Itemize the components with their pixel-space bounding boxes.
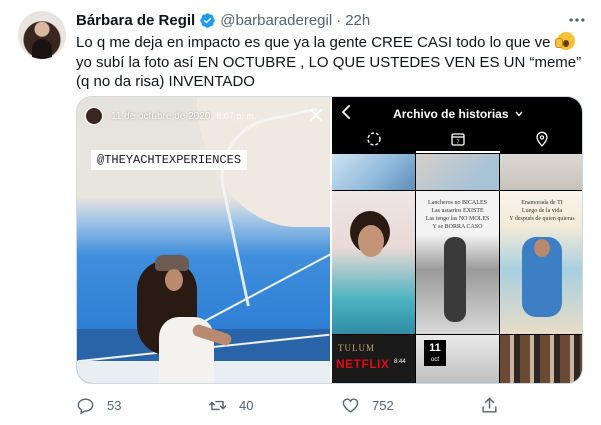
share-button[interactable]: [480, 392, 499, 418]
like-button[interactable]: 752: [341, 392, 394, 418]
thumb-caption-line: Lancheros no BICALES: [428, 200, 487, 206]
svg-text:7: 7: [456, 140, 459, 146]
location-pin-icon: [536, 131, 548, 147]
retweet-button[interactable]: 40: [208, 392, 253, 418]
grid-thumb[interactable]: Enamorada de TI Luego de la vida Y despu…: [500, 191, 582, 334]
grid-thumb[interactable]: [500, 335, 582, 383]
screaming-face-emoji-icon: [554, 32, 575, 50]
heart-icon: [342, 397, 359, 413]
author-avatar[interactable]: [18, 11, 66, 59]
netflix-show-title: TULUM: [338, 343, 375, 353]
archive-title: Archivo de historias: [332, 107, 582, 121]
tweet-actions: 53 40 752: [76, 392, 506, 418]
date-day: 11: [429, 342, 441, 354]
grid-thumb[interactable]: [332, 191, 415, 334]
story-header: 11 de octubre de 2020 8:07 p. m.: [85, 107, 256, 125]
like-count: 752: [372, 397, 394, 413]
tweet-text-line1: Lo q me deja en impacto es que ya la gen…: [76, 34, 551, 51]
thumb-caption: Enamorada de TI Luego de la vida Y despu…: [500, 199, 582, 223]
tweet-text-line: Lo q me deja en impacto es que ya la gen…: [76, 32, 591, 53]
thumb-caption: Lancheros no BICALES Las usuarios EXISTE…: [416, 199, 499, 231]
tweet-text-line2: yo subí la foto así EN OCTUBRE , LO QUE …: [76, 53, 582, 91]
archive-tabs: 7: [332, 127, 582, 153]
grid-thumb[interactable]: [500, 154, 582, 190]
archive-grid: Lancheros no BICALES Las usuarios EXISTE…: [332, 154, 582, 383]
active-tab-underline: [416, 151, 500, 153]
separator-dot: ·: [336, 11, 342, 29]
author-handle[interactable]: @barbaraderegil: [220, 12, 332, 29]
thumb-caption-line: Enamorada de TI: [521, 200, 563, 206]
netflix-logo: NETFLIX: [336, 357, 390, 371]
thumb-time: 8:44: [394, 359, 406, 365]
reply-count: 53: [107, 397, 122, 413]
thumb-caption-line: Luego de la vida: [521, 208, 563, 214]
grid-thumb[interactable]: [332, 154, 415, 190]
tweet-header: Bárbara de Regil @barbaraderegil · 22h: [76, 10, 370, 30]
tweet-media[interactable]: 11 de octubre de 2020 8:07 p. m. @THEYAC…: [76, 96, 583, 384]
grid-thumb[interactable]: 11 oct: [416, 335, 499, 383]
reply-button[interactable]: 53: [76, 392, 121, 418]
tweet-timestamp[interactable]: 22h: [345, 12, 370, 29]
person-face: [165, 269, 183, 291]
grid-thumb-netflix[interactable]: TULUM NETFLIX 8:44: [332, 335, 415, 383]
display-name[interactable]: Bárbara de Regil: [76, 12, 195, 29]
media-photo-story[interactable]: 11 de octubre de 2020 8:07 p. m. @THEYAC…: [77, 97, 330, 383]
reply-icon: [77, 397, 94, 414]
date-month: oct: [430, 357, 439, 363]
tweet-text: Lo q me deja en impacto es que ya la gen…: [76, 32, 591, 92]
more-options-icon[interactable]: [567, 10, 587, 30]
grid-thumb[interactable]: [416, 154, 499, 190]
story-archive-icon: [367, 132, 381, 146]
story-time: 8:07 p. m.: [216, 111, 257, 121]
tweet-card[interactable]: Bárbara de Regil @barbaraderegil · 22h L…: [0, 0, 601, 425]
calendar-icon: 7: [451, 133, 465, 146]
story-mention-tag: @THEYACHTEXPERIENCES: [91, 150, 248, 170]
thumb-caption-line: Y se BORRA CASO: [432, 224, 483, 230]
thumb-caption-line: Las tengo las NO MOLES: [425, 216, 490, 222]
date-badge: 11 oct: [424, 340, 446, 366]
chevron-down-icon: [515, 111, 523, 117]
close-icon: [310, 109, 322, 121]
media-photo-archive[interactable]: Archivo de historias 7 Lancheros no BICA…: [332, 97, 582, 383]
retweet-icon: [208, 400, 227, 410]
thumb-caption-line: Y después de quien quieras: [509, 216, 575, 222]
grid-thumb[interactable]: Lancheros no BICALES Las usuarios EXISTE…: [416, 191, 499, 334]
story-date: 11 de octubre de 2020: [111, 110, 211, 122]
retweet-count: 40: [239, 397, 254, 413]
thumb-caption-line: Las usuarios EXISTE: [431, 208, 484, 214]
verified-badge-icon: [200, 12, 215, 28]
story-avatar: [85, 107, 103, 125]
archive-title-text: Archivo de historias: [393, 107, 509, 121]
share-icon: [482, 397, 497, 413]
